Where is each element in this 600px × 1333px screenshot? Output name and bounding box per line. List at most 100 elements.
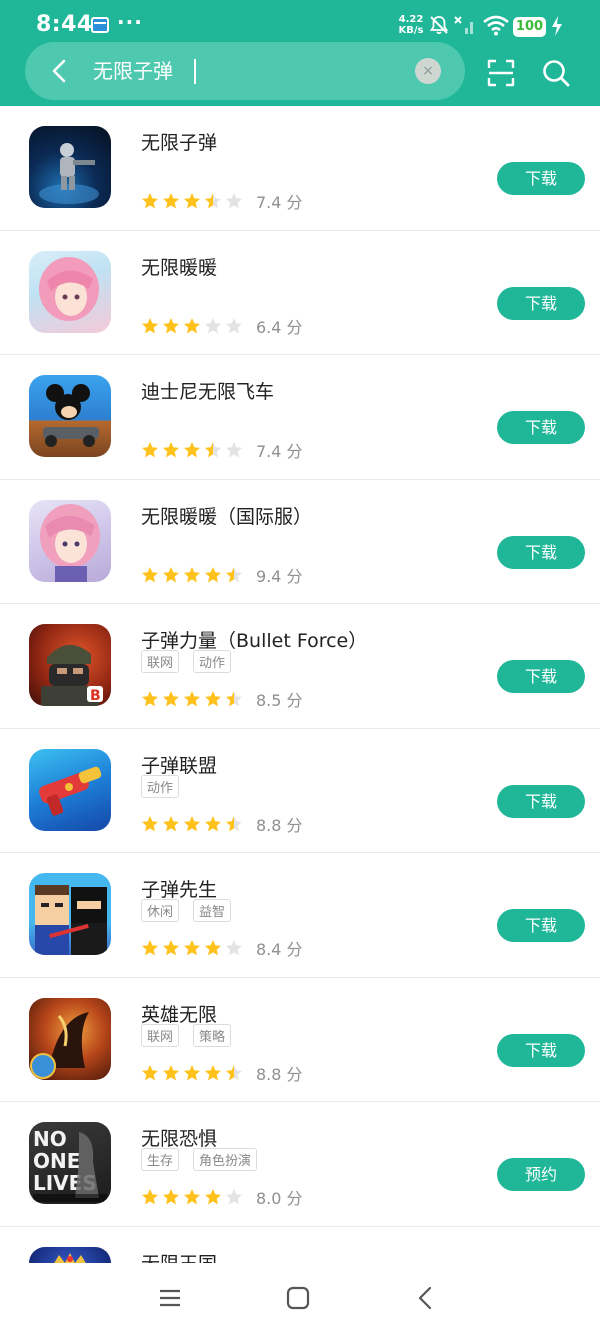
star-rating xyxy=(141,813,246,832)
star-empty-icon xyxy=(226,940,242,956)
app-score: 8.8 分 xyxy=(256,1064,303,1084)
star-rating xyxy=(141,440,246,459)
svg-text:ONE: ONE xyxy=(33,1149,80,1173)
list-item[interactable]: 迪士尼无限飞车 7.4 分 下载 xyxy=(0,355,600,480)
app-icon[interactable] xyxy=(29,748,111,831)
search-results-list[interactable]: 无限子弹 7.4 分 下载 无限暖暖 6.4 分 下载 迪士尼无限飞车 7.4 … xyxy=(0,106,600,1263)
charging-icon xyxy=(552,16,562,36)
system-navigation-bar xyxy=(0,1263,600,1333)
crown-icon xyxy=(53,1252,87,1263)
download-button[interactable]: 下载 xyxy=(497,535,585,569)
app-icon[interactable] xyxy=(29,873,111,955)
wallet-icon xyxy=(91,17,109,33)
star-empty-icon xyxy=(205,317,221,333)
reserve-button[interactable]: 预约 xyxy=(497,1158,585,1191)
star-full-icon xyxy=(205,1064,221,1080)
download-button[interactable]: 下载 xyxy=(497,784,585,818)
star-full-icon xyxy=(205,566,221,582)
star-full-icon xyxy=(184,442,200,458)
app-tags: 生存 角色扮演 xyxy=(141,1148,271,1171)
list-item[interactable]: 无限暖暖 6.4 分 下载 xyxy=(0,231,600,355)
back-arrow-icon[interactable] xyxy=(45,56,75,86)
list-item[interactable]: 无限子弹 7.4 分 下载 xyxy=(0,106,600,231)
app-icon[interactable] xyxy=(29,375,111,457)
star-full-icon xyxy=(142,566,158,582)
list-item[interactable]: 无限王国 xyxy=(0,1227,600,1264)
app-name[interactable]: 无限王国 xyxy=(141,1249,217,1264)
app-tags: 动作 xyxy=(141,774,193,798)
app-name[interactable]: 无限暖暖（国际服） xyxy=(141,502,312,529)
app-name[interactable]: 无限子弹 xyxy=(141,128,217,155)
star-half-icon xyxy=(226,815,242,831)
download-button[interactable]: 下载 xyxy=(497,286,585,320)
app-name[interactable]: 子弹力量（Bullet Force） xyxy=(141,626,367,653)
star-full-icon xyxy=(205,815,221,831)
star-rating xyxy=(141,689,246,708)
star-full-icon xyxy=(163,1064,179,1080)
back-icon[interactable] xyxy=(411,1283,441,1313)
star-empty-icon xyxy=(226,317,242,333)
app-name[interactable]: 迪士尼无限飞车 xyxy=(141,377,274,404)
clear-icon[interactable]: × xyxy=(415,58,441,84)
star-full-icon xyxy=(142,691,158,707)
search-input[interactable]: 无限子弹 xyxy=(93,57,173,85)
app-icon[interactable]: B xyxy=(29,624,111,706)
star-full-icon xyxy=(184,691,200,707)
app-score: 9.4 分 xyxy=(256,566,303,586)
app-name[interactable]: 子弹先生 xyxy=(141,875,217,902)
scan-icon[interactable] xyxy=(486,58,516,88)
star-empty-icon xyxy=(226,193,242,209)
star-full-icon xyxy=(184,317,200,333)
svg-text:NO: NO xyxy=(33,1127,67,1151)
app-icon[interactable] xyxy=(29,1246,111,1263)
star-half-icon xyxy=(226,691,242,707)
app-rating: 8.5 分 xyxy=(141,687,303,710)
app-name[interactable]: 英雄无限 xyxy=(141,1000,217,1027)
network-speed-unit: KB/s xyxy=(398,25,424,36)
search-icon[interactable] xyxy=(541,58,571,88)
download-button[interactable]: 下载 xyxy=(497,909,585,942)
app-icon[interactable] xyxy=(29,499,111,582)
star-half-icon xyxy=(205,442,221,458)
battery-indicator: 100 xyxy=(513,17,546,37)
search-bar[interactable]: 无限子弹 × xyxy=(25,42,465,100)
app-icon[interactable]: NO ONE LIVES xyxy=(29,1122,111,1204)
star-rating xyxy=(141,1187,246,1206)
app-score: 6.4 分 xyxy=(256,317,303,337)
star-full-icon xyxy=(163,566,179,582)
app-icon[interactable] xyxy=(29,126,111,208)
menu-icon[interactable] xyxy=(155,1283,185,1313)
app-rating: 6.4 分 xyxy=(141,314,303,337)
app-tag: 休闲 xyxy=(141,899,180,922)
app-name[interactable]: 子弹联盟 xyxy=(141,751,217,778)
star-full-icon xyxy=(184,566,200,582)
app-rating: 8.8 分 xyxy=(141,812,303,835)
star-rating xyxy=(141,1062,246,1081)
app-score: 8.0 分 xyxy=(256,1189,303,1208)
app-tag: 角色扮演 xyxy=(193,1148,258,1171)
star-full-icon xyxy=(184,1064,200,1080)
app-name[interactable]: 无限暖暖 xyxy=(141,253,217,280)
download-button[interactable]: 下载 xyxy=(497,660,585,693)
home-icon[interactable] xyxy=(283,1283,313,1313)
download-button[interactable]: 下载 xyxy=(497,1033,585,1067)
list-item[interactable]: B 子弹力量（Bullet Force） 联网 动作 8.5 分 下载 xyxy=(0,604,600,729)
app-icon[interactable] xyxy=(29,997,111,1080)
app-icon[interactable] xyxy=(29,250,111,333)
app-tag: 动作 xyxy=(141,774,180,798)
network-speed-value: 4.22 xyxy=(398,14,424,25)
star-full-icon xyxy=(184,1189,200,1205)
app-tags: 联网 动作 xyxy=(141,650,245,673)
list-item[interactable]: 子弹先生 休闲 益智 8.4 分 下载 xyxy=(0,853,600,978)
app-tag: 生存 xyxy=(141,1148,180,1171)
list-item[interactable]: 子弹联盟 动作 8.8 分 下载 xyxy=(0,729,600,853)
download-button[interactable]: 下载 xyxy=(497,411,585,444)
list-item[interactable]: NO ONE LIVES 无限恐惧 生存 角色扮演 8.0 分 预约 xyxy=(0,1102,600,1227)
app-score: 8.8 分 xyxy=(256,815,303,835)
app-score: 7.4 分 xyxy=(256,193,303,212)
star-rating xyxy=(141,191,246,210)
list-item[interactable]: 无限暖暖（国际服） 9.4 分 下载 xyxy=(0,480,600,604)
download-button[interactable]: 下载 xyxy=(497,162,585,195)
list-item[interactable]: 英雄无限 联网 策略 8.8 分 下载 xyxy=(0,978,600,1102)
app-name[interactable]: 无限恐惧 xyxy=(141,1124,217,1151)
